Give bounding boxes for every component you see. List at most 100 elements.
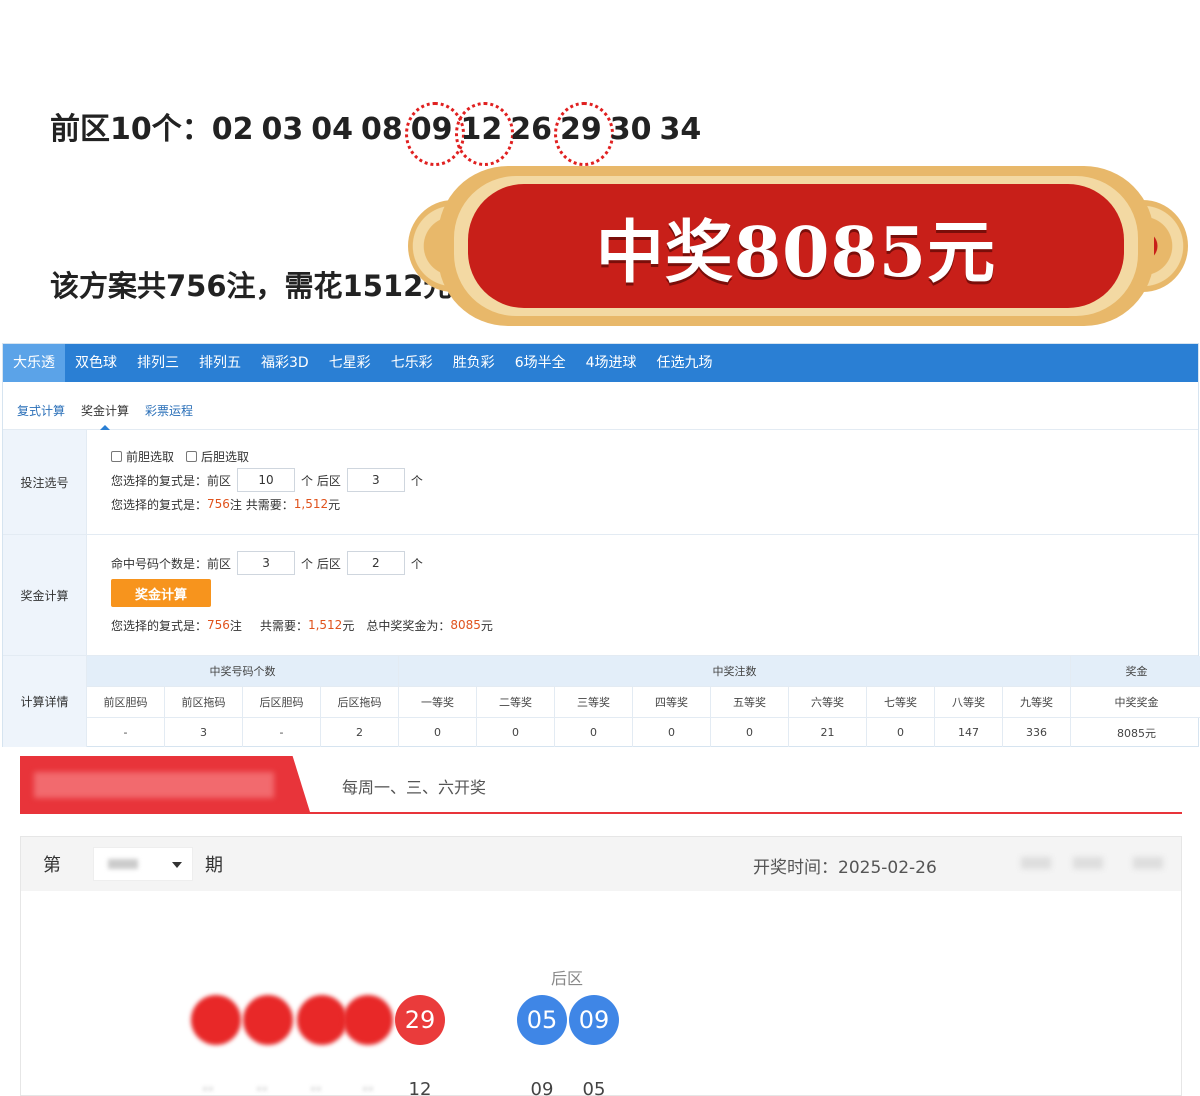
- detail-column-header: 二等奖: [477, 687, 555, 717]
- front-number: 34: [659, 112, 702, 147]
- detail-column-header: 八等奖: [935, 687, 1003, 717]
- detail-column-header: 四等奖: [633, 687, 711, 717]
- detail-group-header: 中奖注数: [399, 656, 1071, 686]
- compound-prefix: 您选择的复式是：: [111, 473, 208, 488]
- detail-value-cell: 336: [1003, 718, 1071, 747]
- detail-value-cell: 3: [165, 718, 243, 747]
- detail-group-header: 中奖号码个数: [87, 656, 399, 686]
- back-ball: 09: [569, 995, 619, 1045]
- total-cost: 1,512: [293, 497, 329, 511]
- issue-select[interactable]: [93, 847, 193, 881]
- detail-column-header: 前区胆码: [87, 687, 165, 717]
- detail-value-cell: 0: [867, 718, 935, 747]
- detail-value-cell: 0: [711, 718, 789, 747]
- front-ball-hidden: [343, 995, 393, 1045]
- lottery-tab[interactable]: 福彩3D: [251, 344, 319, 382]
- front-count-input[interactable]: 10: [237, 468, 296, 492]
- lottery-tab[interactable]: 6场半全: [505, 344, 576, 382]
- detail-value-cell: 0: [477, 718, 555, 747]
- detail-value-cell: 147: [935, 718, 1003, 747]
- draw-schedule: 每周一、三、六开奖: [342, 778, 487, 797]
- front-number: 12: [454, 102, 514, 166]
- detail-value-cell: 0: [399, 718, 477, 747]
- results-tab-active[interactable]: [20, 756, 310, 812]
- detail-column-header: 中奖奖金: [1071, 687, 1200, 717]
- issue-suffix: 期: [205, 855, 223, 876]
- detail-group-header: 奖金: [1071, 656, 1200, 686]
- prize-calc-row: 奖金计算 命中号码个数是： 前区 3 个 后区 2 个 奖金计算 您选择的复式是…: [3, 535, 1198, 656]
- total-prize: 8085: [450, 618, 481, 632]
- front-zone-prefix: 前区10个：: [50, 112, 212, 147]
- front-number: 02: [211, 112, 254, 147]
- front-zone-numbers: 前区10个：02 03 04 08 09 12 26 29 30 34: [50, 102, 710, 166]
- detail-value-cell: 21: [789, 718, 867, 747]
- front-number-list: 02 03 04 08 09 12 26 29 30 34: [211, 102, 710, 166]
- function-tab[interactable]: 彩票运程: [137, 402, 201, 429]
- detail-value-cell: -: [87, 718, 165, 747]
- detail-value-cell: 0: [633, 718, 711, 747]
- front-zone-label: 前区: [207, 473, 232, 488]
- front-number: 03: [261, 112, 304, 147]
- prize-banner-frame: 中奖8085元: [408, 160, 1188, 332]
- promo-poster: 前区10个：02 03 04 08 09 12 26 29 30 34 该方案共756注，需花15…: [0, 0, 1200, 340]
- back-banker-checkbox[interactable]: 后胆选取: [186, 448, 249, 465]
- chevron-down-icon: [172, 862, 182, 868]
- front-number: 29: [554, 102, 614, 166]
- draw-panel: 第 期 开奖时间：2025-02-26 后区 29 05 09 ·· ·· ··…: [20, 836, 1182, 1096]
- back-zone-label: 后区: [551, 969, 584, 988]
- detail-table: 中奖号码个数 中奖注数 奖金 前区胆码 前区拖码 后区胆码 后区拖码 一等奖 二等奖 三等奖 四等…: [87, 656, 1200, 747]
- draw-results: 每周一、三、六开奖 第 期 开奖时间：2025-02-26 后区 29 05 0…: [0, 748, 1200, 1096]
- detail-column-header: 三等奖: [555, 687, 633, 717]
- detail-column-header: 一等奖: [399, 687, 477, 717]
- detail-column-header: 后区胆码: [243, 687, 321, 717]
- back-hit-input[interactable]: 2: [346, 551, 405, 575]
- detail-row: 计算详情 中奖号码个数 中奖注数 奖金 前区胆码 前区拖码 后区胆码 后区拖码 一等奖 二等奖…: [3, 656, 1200, 747]
- lottery-tab[interactable]: 大乐透: [3, 344, 65, 382]
- bet-count: 756: [207, 497, 230, 511]
- lottery-tab[interactable]: 排列五: [189, 344, 251, 382]
- lottery-tab[interactable]: 双色球: [65, 344, 127, 382]
- front-order-number: 12: [408, 1079, 432, 1096]
- results-tab-bar: 每周一、三、六开奖: [20, 756, 1182, 814]
- front-number: 08: [361, 112, 403, 147]
- front-ball-hidden: [243, 995, 293, 1045]
- prize-banner-text: 中奖8085元: [595, 212, 997, 293]
- back-count-input[interactable]: 3: [346, 468, 405, 492]
- lottery-calculator: 大乐透 双色球 排列三 排列五 福彩3D 七星彩 七乐彩 胜负彩 6场半全 4场进球 任选九场 复式…: [2, 343, 1200, 747]
- detail-value-cell: -: [243, 718, 321, 747]
- lottery-tab[interactable]: 七乐彩: [381, 344, 443, 382]
- lottery-tab[interactable]: 胜负彩: [443, 344, 505, 382]
- lottery-type-tabs: 大乐透 双色球 排列三 排列五 福彩3D 七星彩 七乐彩 胜负彩 6场半全 4场进球 任选九场: [3, 344, 1198, 382]
- back-order-number: 09: [530, 1079, 554, 1096]
- function-tab[interactable]: 复式计算: [9, 402, 73, 429]
- back-order-number: 05: [582, 1079, 606, 1096]
- detail-label: 计算详情: [3, 656, 87, 747]
- detail-column-header: 七等奖: [867, 687, 935, 717]
- detail-value-cell: 8085元: [1071, 718, 1200, 747]
- front-hit-input[interactable]: 3: [237, 551, 296, 575]
- front-banker-checkbox[interactable]: 前胆选取: [111, 448, 174, 465]
- function-tab[interactable]: 奖金计算: [73, 402, 137, 430]
- detail-column-header: 六等奖: [789, 687, 867, 717]
- front-number: 09: [404, 102, 465, 166]
- front-ball: 29: [395, 995, 445, 1045]
- detail-value-cell: 0: [555, 718, 633, 747]
- detail-column-header: 前区拖码: [165, 687, 243, 717]
- detail-column-header: 后区拖码: [321, 687, 399, 717]
- front-number: 26: [510, 112, 552, 147]
- lottery-tab[interactable]: 任选九场: [647, 344, 723, 382]
- lottery-tab[interactable]: 排列三: [127, 344, 189, 382]
- function-tabs: 复式计算 奖金计算 彩票运程: [3, 382, 1198, 430]
- prize-calc-label: 奖金计算: [3, 535, 87, 655]
- detail-column-header: 五等奖: [711, 687, 789, 717]
- lottery-tab[interactable]: 七星彩: [319, 344, 381, 382]
- front-ball-hidden: [191, 995, 241, 1045]
- front-number: 04: [311, 112, 353, 147]
- draw-time: 开奖时间：2025-02-26: [753, 858, 937, 878]
- calculate-prize-button[interactable]: 奖金计算: [111, 579, 211, 607]
- selection-label: 投注选号: [3, 430, 87, 534]
- lottery-tab[interactable]: 4场进球: [576, 344, 647, 382]
- front-ball-hidden: [297, 995, 347, 1045]
- front-number: 30: [609, 112, 652, 147]
- plan-summary: 该方案共756注，需花1512元: [50, 269, 453, 303]
